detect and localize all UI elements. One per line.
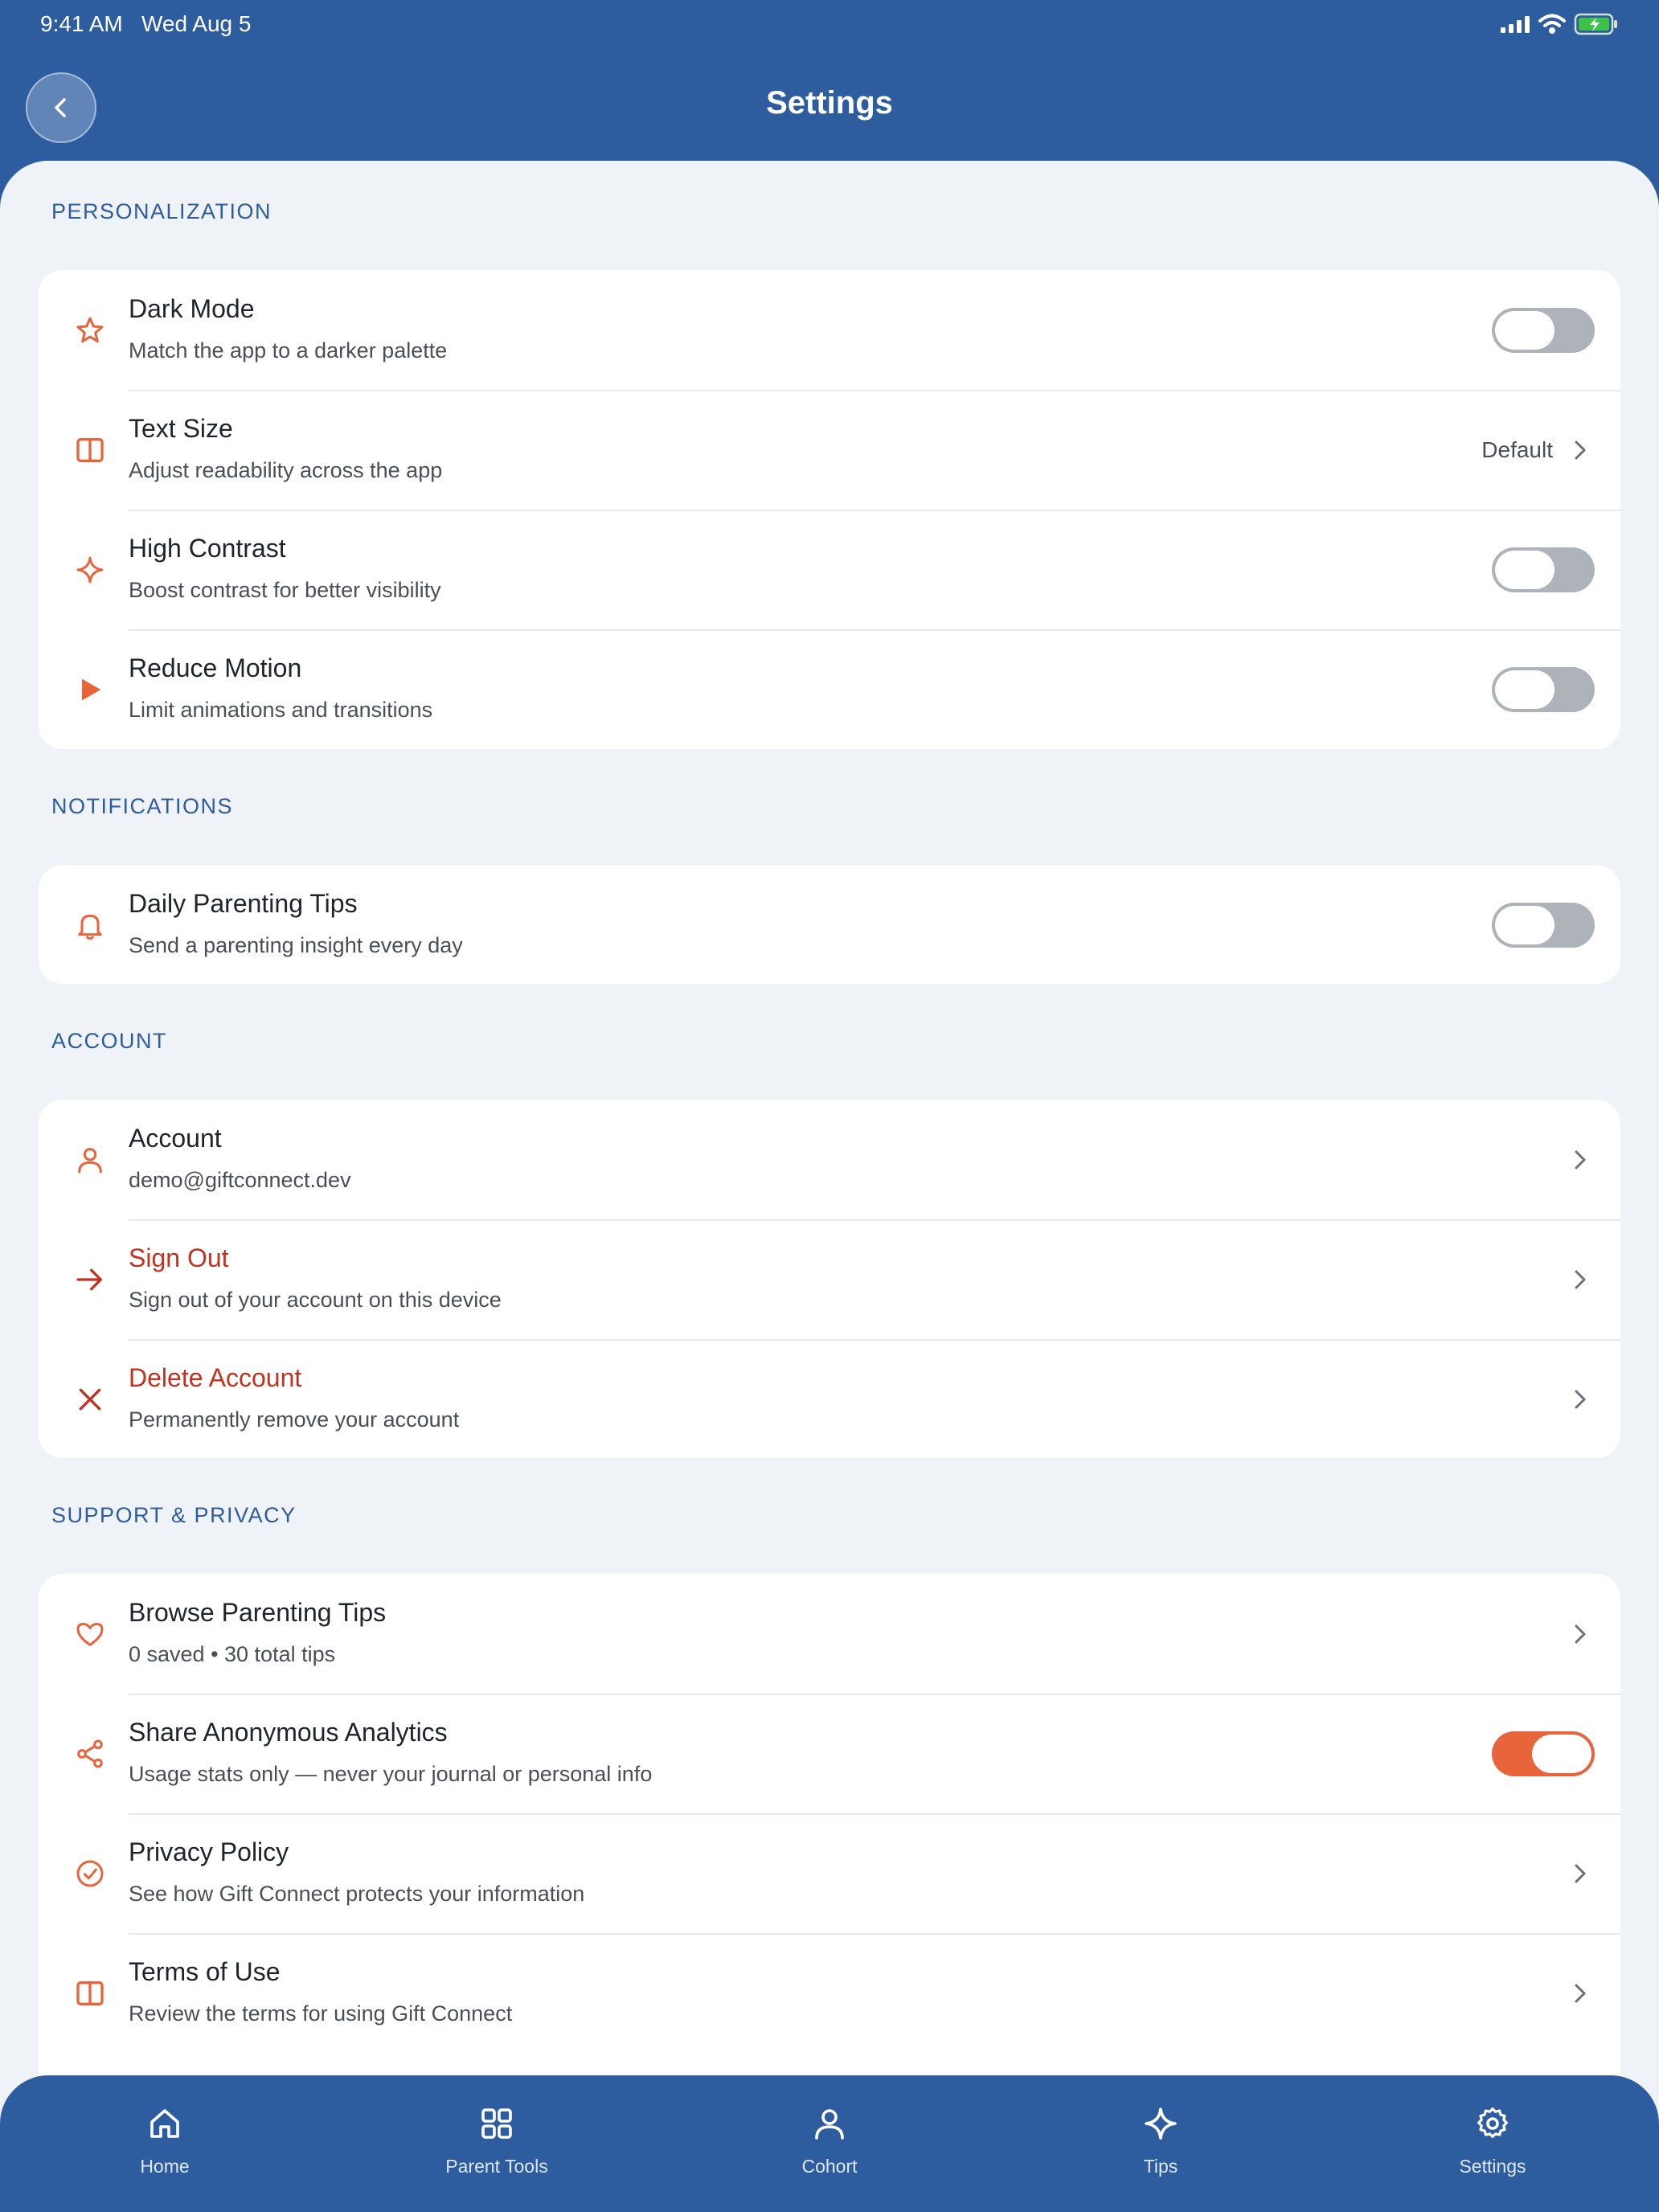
personalization-card: Dark Mode Match the app to a darker pale… xyxy=(39,270,1620,749)
row-high-contrast[interactable]: High Contrast Boost contrast for better … xyxy=(39,510,1620,629)
gear-icon xyxy=(1477,2108,1508,2138)
row-subtitle: Limit animations and transitions xyxy=(129,698,433,722)
support-privacy-card: Browse Parenting Tips 0 saved • 30 total… xyxy=(39,1574,1620,2136)
book-icon xyxy=(71,1974,109,2013)
row-subtitle: See how Gift Connect protects your infor… xyxy=(129,1882,585,1906)
row-subtitle: demo@giftconnect.dev xyxy=(129,1168,351,1192)
status-time: 9:41 AM xyxy=(40,11,123,36)
daily-tips-toggle[interactable] xyxy=(1492,902,1595,948)
row-subtitle: Usage stats only — never your journal or… xyxy=(129,1762,653,1786)
account-card: Account demo@giftconnect.dev Sign Out Si… xyxy=(39,1100,1620,1458)
row-subtitle: Boost contrast for better visibility xyxy=(129,578,441,602)
row-text-size[interactable]: Text Size Adjust readability across the … xyxy=(39,390,1620,510)
user-icon xyxy=(71,1141,109,1179)
dark-mode-toggle[interactable] xyxy=(1492,307,1595,353)
row-subtitle: Adjust readability across the app xyxy=(129,458,443,482)
grid-icon xyxy=(481,2108,512,2139)
home-icon xyxy=(150,2109,179,2138)
row-daily-tips[interactable]: Daily Parenting Tips Send a parenting in… xyxy=(39,865,1620,984)
chevron-right-icon xyxy=(1575,1270,1586,1288)
tab-parent-tools[interactable]: Parent Tools xyxy=(376,2075,617,2212)
section-title-support-privacy: SUPPORT & PRIVACY xyxy=(51,1503,297,1527)
nav-header: Settings xyxy=(0,53,1659,161)
check-circle-icon xyxy=(71,1854,109,1893)
chevron-right-icon xyxy=(1575,1984,1586,2002)
row-title: Browse Parenting Tips xyxy=(129,1598,387,1627)
row-reduce-motion[interactable]: Reduce Motion Limit animations and trans… xyxy=(39,629,1620,749)
sparkle-icon xyxy=(71,551,109,589)
tab-bar: Home Parent Tools Cohort Tips Settings xyxy=(0,2075,1659,2212)
chevron-right-icon xyxy=(1575,1150,1586,1169)
x-icon xyxy=(71,1380,109,1419)
row-title: Text Size xyxy=(129,414,233,443)
status-icons xyxy=(1500,13,1619,35)
sparkle-icon xyxy=(1145,2108,1177,2140)
chevron-right-icon xyxy=(1575,440,1586,459)
row-title: Terms of Use xyxy=(129,1957,281,1986)
battery-icon xyxy=(1574,13,1617,35)
row-title: Daily Parenting Tips xyxy=(129,889,358,918)
row-subtitle: Permanently remove your account xyxy=(129,1407,460,1432)
share-analytics-toggle[interactable] xyxy=(1492,1731,1595,1776)
section-title-notifications: NOTIFICATIONS xyxy=(51,794,233,818)
tab-home[interactable]: Home xyxy=(44,2075,285,2212)
tab-label: Parent Tools xyxy=(445,2156,548,2177)
chevron-right-icon xyxy=(1575,1864,1586,1882)
section-title-personalization: PERSONALIZATION xyxy=(51,199,272,223)
notifications-card: Daily Parenting Tips Send a parenting in… xyxy=(39,865,1620,984)
row-privacy-policy[interactable]: Privacy Policy See how Gift Connect prot… xyxy=(39,1813,1620,1933)
row-subtitle: Send a parenting insight every day xyxy=(129,933,463,957)
row-subtitle: Match the app to a darker palette xyxy=(129,338,448,363)
row-browse-tips[interactable]: Browse Parenting Tips 0 saved • 30 total… xyxy=(39,1574,1620,1694)
wifi-icon xyxy=(1538,14,1566,34)
row-terms-of-use[interactable]: Terms of Use Review the terms for using … xyxy=(39,1933,1620,2053)
section-title-account: ACCOUNT xyxy=(51,1029,167,1053)
status-date: Wed Aug 5 xyxy=(141,11,252,36)
book-icon xyxy=(71,431,109,469)
star-icon xyxy=(71,311,109,350)
row-dark-mode[interactable]: Dark Mode Match the app to a darker pale… xyxy=(39,270,1620,390)
row-title: Reduce Motion xyxy=(129,653,302,682)
tab-cohort[interactable]: Cohort xyxy=(709,2075,950,2212)
row-title: Account xyxy=(129,1124,222,1153)
tab-label: Settings xyxy=(1459,2156,1526,2177)
row-subtitle: Sign out of your account on this device xyxy=(129,1288,502,1312)
person-icon xyxy=(815,2109,844,2140)
row-title: High Contrast xyxy=(129,534,286,563)
row-title: Privacy Policy xyxy=(129,1837,289,1866)
reduce-motion-toggle[interactable] xyxy=(1492,666,1595,712)
tab-tips[interactable]: Tips xyxy=(1040,2075,1281,2212)
chevron-right-icon xyxy=(1575,1390,1586,1408)
settings-content[interactable]: PERSONALIZATION Dark Mode Match the app … xyxy=(0,161,1659,2212)
status-bar: 9:41 AM Wed Aug 5 xyxy=(0,0,1659,53)
row-subtitle: Review the terms for using Gift Connect xyxy=(129,2001,513,2026)
row-subtitle: 0 saved • 30 total tips xyxy=(129,1642,336,1666)
share-icon xyxy=(71,1735,109,1773)
page-title: Settings xyxy=(766,85,893,121)
chevron-right-icon xyxy=(1575,1624,1586,1643)
row-account[interactable]: Account demo@giftconnect.dev xyxy=(39,1100,1620,1219)
tab-label: Cohort xyxy=(801,2156,858,2177)
row-sign-out[interactable]: Sign Out Sign out of your account on thi… xyxy=(39,1219,1620,1339)
high-contrast-toggle[interactable] xyxy=(1492,547,1595,592)
row-title: Delete Account xyxy=(129,1363,302,1392)
tab-settings[interactable]: Settings xyxy=(1372,2075,1613,2212)
tab-label: Home xyxy=(140,2156,190,2177)
heart-icon xyxy=(71,1615,109,1653)
row-title: Sign Out xyxy=(129,1243,229,1272)
play-icon xyxy=(71,670,109,709)
row-share-analytics[interactable]: Share Anonymous Analytics Usage stats on… xyxy=(39,1694,1620,1813)
row-title: Share Anonymous Analytics xyxy=(129,1718,448,1747)
bell-icon xyxy=(71,906,109,944)
arrow-right-icon xyxy=(71,1260,109,1299)
row-title: Dark Mode xyxy=(129,294,255,323)
text-size-value: Default xyxy=(1481,436,1553,462)
row-delete-account[interactable]: Delete Account Permanently remove your a… xyxy=(39,1339,1620,1458)
cellular-signal-icon xyxy=(1501,16,1530,33)
tab-label: Tips xyxy=(1143,2156,1178,2177)
